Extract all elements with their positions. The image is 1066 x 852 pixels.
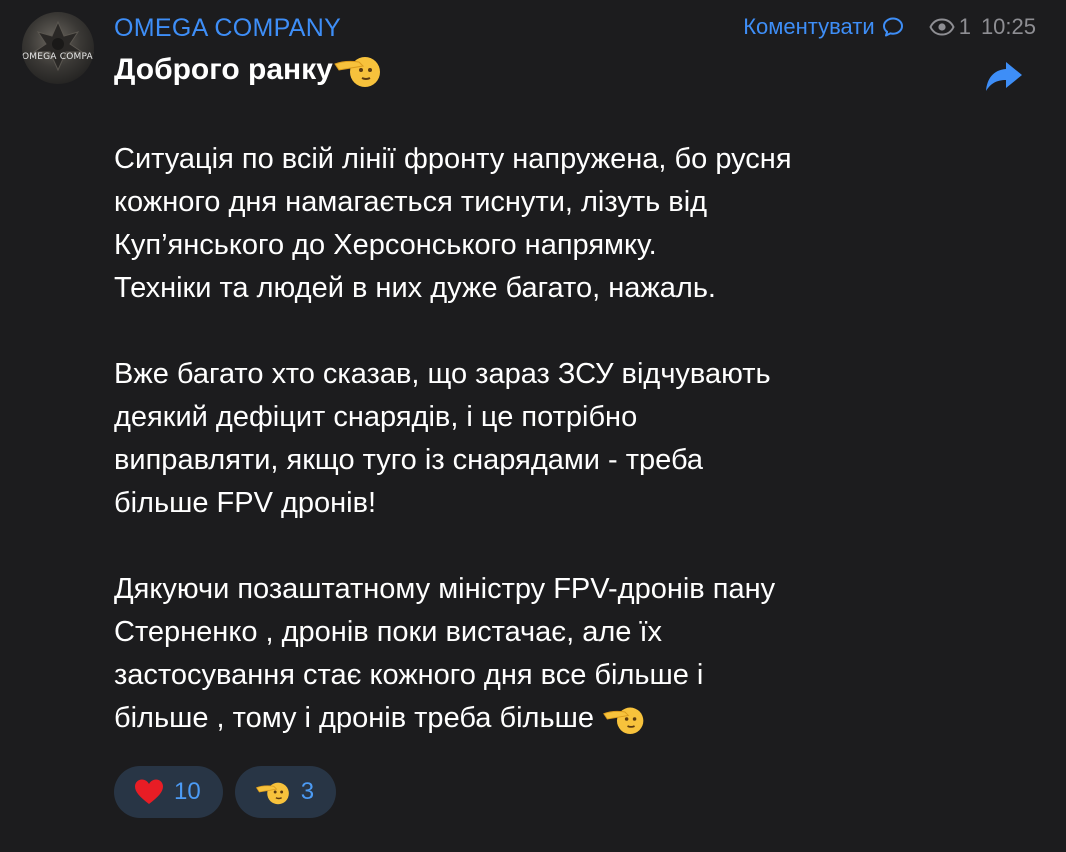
post-line: Стерненко , дронів поки вистачає, але їх [114,616,662,648]
share-button[interactable] [984,58,1024,96]
post-line-last: більше , тому і дронів треба більше [114,697,984,740]
post-line: деякий дефіцит снарядів, і це потрібно [114,401,638,433]
comment-button[interactable]: Коментувати [743,14,904,40]
post-paragraph: Вже багато хто сказав, що зараз ЗСУ відч… [114,353,984,525]
channel-name[interactable]: OMEGA COMPANY [114,14,341,43]
post-line-text: більше , тому і дронів треба більше [114,702,594,734]
post-body: Ситуація по всій лінії фронту напружена,… [114,138,984,740]
post-title: Доброго ранку [114,50,383,90]
saluting-face-icon [603,707,644,735]
post-time: 10:25 [980,14,1036,39]
post-line: застосування стає кожного дня все більше… [114,659,704,691]
avatar-label: OMEGA COMPANY [22,52,94,62]
channel-avatar[interactable]: OMEGA COMPANY [22,12,94,84]
comment-label: Коментувати [743,14,875,39]
reactions-bar: 10 3 [114,766,337,818]
reaction-heart-button[interactable]: 10 [114,766,223,818]
post-line: Вже багато хто сказав, що зараз ЗСУ відч… [114,358,771,390]
saluting-face-icon [334,57,380,87]
post-line: Техніки та людей в них дуже багато, нажа… [114,272,716,304]
post-line: Ситуація по всій лінії фронту напружена,… [114,143,792,175]
post-line: виправляти, якщо туго із снарядами - тре… [114,444,704,476]
views-count: 1 [958,14,971,39]
avatar-emblem-icon [32,20,84,72]
post-paragraph: Дякуючи позаштатному міністру FPV-дронів… [114,568,984,740]
post-line: Дякуючи позаштатному міністру FPV-дронів… [114,573,776,605]
reaction-count: 10 [174,778,201,805]
share-arrow-icon [986,62,1022,91]
reaction-salute-button[interactable]: 3 [234,766,337,818]
post-line: кожного дня намагається тиснути, лізуть … [114,186,708,218]
post-line: Куп’янського до Херсонського напрямку. [114,229,657,261]
eye-icon [929,18,955,36]
views-counter: 1 [929,14,971,40]
post-title-text: Доброго ранку [114,53,333,86]
comment-bubble-icon [882,17,903,37]
heart-icon [135,779,163,804]
post-paragraph: Ситуація по всій лінії фронту напружена,… [114,138,984,310]
reaction-count: 3 [300,778,315,805]
saluting-face-icon [255,782,289,805]
post-meta: Коментувати 1 10:25 [743,14,1036,40]
post-line: більше FPV дронів! [114,487,377,519]
